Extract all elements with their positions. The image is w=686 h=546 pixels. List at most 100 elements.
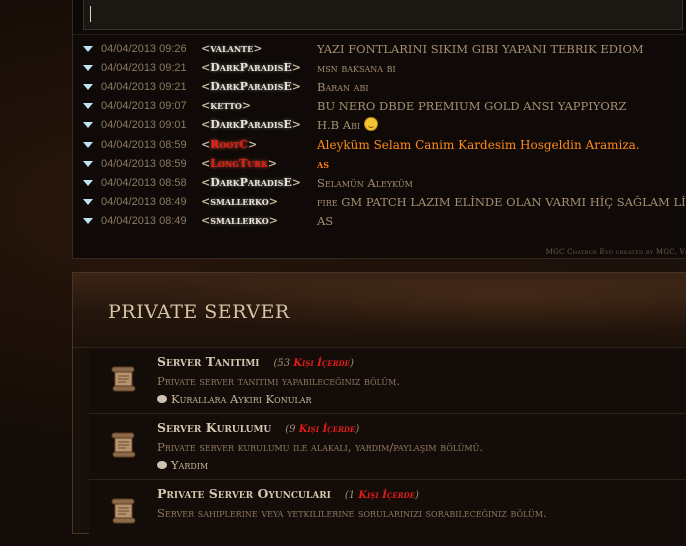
username-link[interactable]: DarkParadisE (210, 176, 292, 189)
message-timestamp: 04/04/2013 09:01 (101, 119, 187, 131)
message-username[interactable]: <DarkParadisE> (201, 59, 301, 77)
message-text: Baran abi (317, 78, 369, 96)
viewer-count-number: (9 (285, 424, 296, 435)
forum-title-text[interactable]: Private Server Oyuncuları (157, 486, 331, 501)
message-username[interactable]: <smallerko> (201, 193, 278, 211)
message-text: fire GM PATCH LAZIM ELİNDE OLAN VARMI Hİ… (317, 193, 686, 211)
subforum-link[interactable]: Yardım (157, 458, 208, 472)
down-triangle-icon[interactable] (83, 218, 93, 224)
text-caret (90, 6, 91, 22)
speech-bubble-icon (157, 461, 167, 469)
username-link[interactable]: DarkParadisE (210, 118, 292, 131)
message-timestamp: 04/04/2013 08:58 (101, 177, 187, 189)
down-triangle-icon[interactable] (83, 46, 93, 52)
message-text: Selamün Aleyküm (317, 174, 413, 192)
message-text-content: AS (317, 214, 334, 228)
down-triangle-icon[interactable] (83, 161, 93, 167)
forum-title-link[interactable]: Private Server Oyuncuları (1 Kişi İçerde) (157, 486, 419, 501)
message-timestamp: 04/04/2013 09:07 (101, 100, 187, 112)
forum-category-panel: PRIVATE SERVER Server Tanıtımı (53 Kişi İ… (72, 272, 686, 546)
message-text-content: fire GM PATCH LAZIM ELİNDE OLAN VARMI Hİ… (317, 195, 686, 209)
chat-input-bar (73, 0, 686, 35)
forum-title-link[interactable]: Server Kurulumu (9 Kişi İçerde) (157, 420, 359, 435)
username-link[interactable]: valante (210, 42, 253, 55)
forum-title-text[interactable]: Server Tanıtımı (157, 354, 260, 369)
username-link[interactable]: smallerko (210, 214, 269, 227)
down-triangle-icon[interactable] (83, 65, 93, 71)
chatbox: 04/04/2013 09:26 <valante> YAZI FONTLARINI… (72, 0, 686, 259)
scroll-icon[interactable] (109, 364, 139, 394)
forum-title-text[interactable]: Server Kurulumu (157, 420, 271, 435)
username-link[interactable]: DarkParadisE (210, 80, 292, 93)
message-username[interactable]: <DarkParadisE> (201, 174, 301, 192)
message-timestamp: 04/04/2013 09:21 (101, 81, 187, 93)
viewer-count-number: (1 (344, 490, 356, 501)
forum-row: Server Tanıtımı (53 Kişi İçerde) Private s… (89, 347, 686, 414)
message-username[interactable]: <valante> (201, 40, 262, 58)
down-triangle-icon[interactable] (83, 180, 93, 186)
forum-row: Server Kurulumu (9 Kişi İçerde) Private se… (89, 413, 686, 480)
message-timestamp: 04/04/2013 08:49 (101, 215, 187, 227)
viewer-count-label: Kişi İçerde (298, 424, 356, 435)
message-text-content: Baran abi (317, 80, 369, 94)
viewer-count-close: ) (349, 358, 354, 369)
username-link[interactable]: DarkParadisE (210, 61, 292, 74)
message-username[interactable]: <LongTurk> (201, 155, 277, 173)
forum-category-title[interactable]: PRIVATE SERVER (108, 301, 290, 323)
viewer-count-close: ) (414, 490, 419, 501)
username-link[interactable]: ketto (210, 99, 242, 112)
message-username[interactable]: <DarkParadisE> (201, 116, 301, 134)
message-text: as (317, 155, 329, 173)
message-timestamp: 04/04/2013 09:21 (101, 62, 187, 74)
forum-description: Private server tanıtımı yapabileceğiniz … (157, 374, 401, 388)
message-text: YAZI FONTLARINI SIKIM GIBI YAPANI TEBRIK… (317, 40, 644, 58)
chat-message-partial-row (83, 237, 603, 241)
message-text-content: YAZI FONTLARINI SIKIM GIBI YAPANI TEBRIK… (317, 42, 644, 56)
viewer-count-number: (53 (273, 358, 291, 369)
message-text: msn baksana bi (317, 59, 396, 77)
speech-bubble-icon (157, 395, 167, 403)
down-triangle-icon[interactable] (83, 84, 93, 90)
message-timestamp: 04/04/2013 08:49 (101, 196, 187, 208)
chat-message-list[interactable]: 04/04/2013 09:26 <valante> YAZI FONTLARINI… (73, 38, 686, 240)
viewer-count: (1 Kişi İçerde) (345, 490, 419, 501)
forum-description: Private server kurulumu ile alakalı, yar… (157, 440, 483, 454)
subforum-label[interactable]: Yardım (171, 458, 208, 472)
chatbox-credit: MGC Chatbox Evo created by MGC, Ve (545, 248, 686, 256)
message-username[interactable]: <ketto> (201, 97, 251, 115)
viewer-count: (53 Kişi İçerde) (274, 358, 354, 369)
message-text-content: BU NERO DBDE PREMIUM GOLD ANSI YAPPIYORZ (317, 99, 627, 113)
subforum-link[interactable]: Kurallara Aykırı Konular (157, 392, 312, 406)
message-text: H.B Abi (317, 116, 379, 134)
scroll-icon[interactable] (109, 496, 139, 526)
forum-description: Server sahiplerine veya yetkililerine so… (157, 506, 547, 520)
message-username[interactable]: <RootC> (201, 136, 257, 154)
message-timestamp: 04/04/2013 08:59 (101, 158, 187, 170)
username-link[interactable]: smallerko (210, 195, 269, 208)
scroll-icon[interactable] (109, 430, 139, 460)
message-username[interactable]: <DarkParadisE> (201, 78, 301, 96)
forum-row: Private Server Oyuncuları (1 Kişi İçerde)… (89, 479, 686, 546)
message-text-content: as (317, 157, 329, 171)
down-triangle-icon[interactable] (83, 199, 93, 205)
message-timestamp: 04/04/2013 09:26 (101, 43, 187, 55)
down-triangle-icon[interactable] (83, 142, 93, 148)
down-triangle-icon[interactable] (83, 103, 93, 109)
forum-category-header: PRIVATE SERVER (73, 273, 686, 348)
chat-message-input[interactable] (83, 0, 683, 30)
username-link[interactable]: LongTurk (210, 157, 268, 170)
forum-title-link[interactable]: Server Tanıtımı (53 Kişi İçerde) (157, 354, 354, 369)
username-link[interactable]: RootC (210, 138, 248, 151)
smiley-icon (364, 117, 379, 131)
message-username[interactable]: <smallerko> (201, 212, 278, 230)
subforum-label[interactable]: Kurallara Aykırı Konular (171, 392, 312, 406)
viewer-count: (9 Kişi İçerde) (285, 424, 359, 435)
message-text-content: Selamün Aleyküm (317, 176, 413, 190)
message-text-content: H.B Abi (317, 118, 361, 132)
message-text-content: msn baksana bi (317, 61, 396, 75)
viewer-count-label: Kişi İçerde (293, 358, 350, 369)
down-triangle-icon[interactable] (83, 122, 93, 128)
message-timestamp: 04/04/2013 08:59 (101, 139, 187, 151)
message-text: AS (317, 212, 333, 230)
message-text: Aleyküm Selam Canim Kardesim Hosgeldin A… (317, 136, 640, 154)
